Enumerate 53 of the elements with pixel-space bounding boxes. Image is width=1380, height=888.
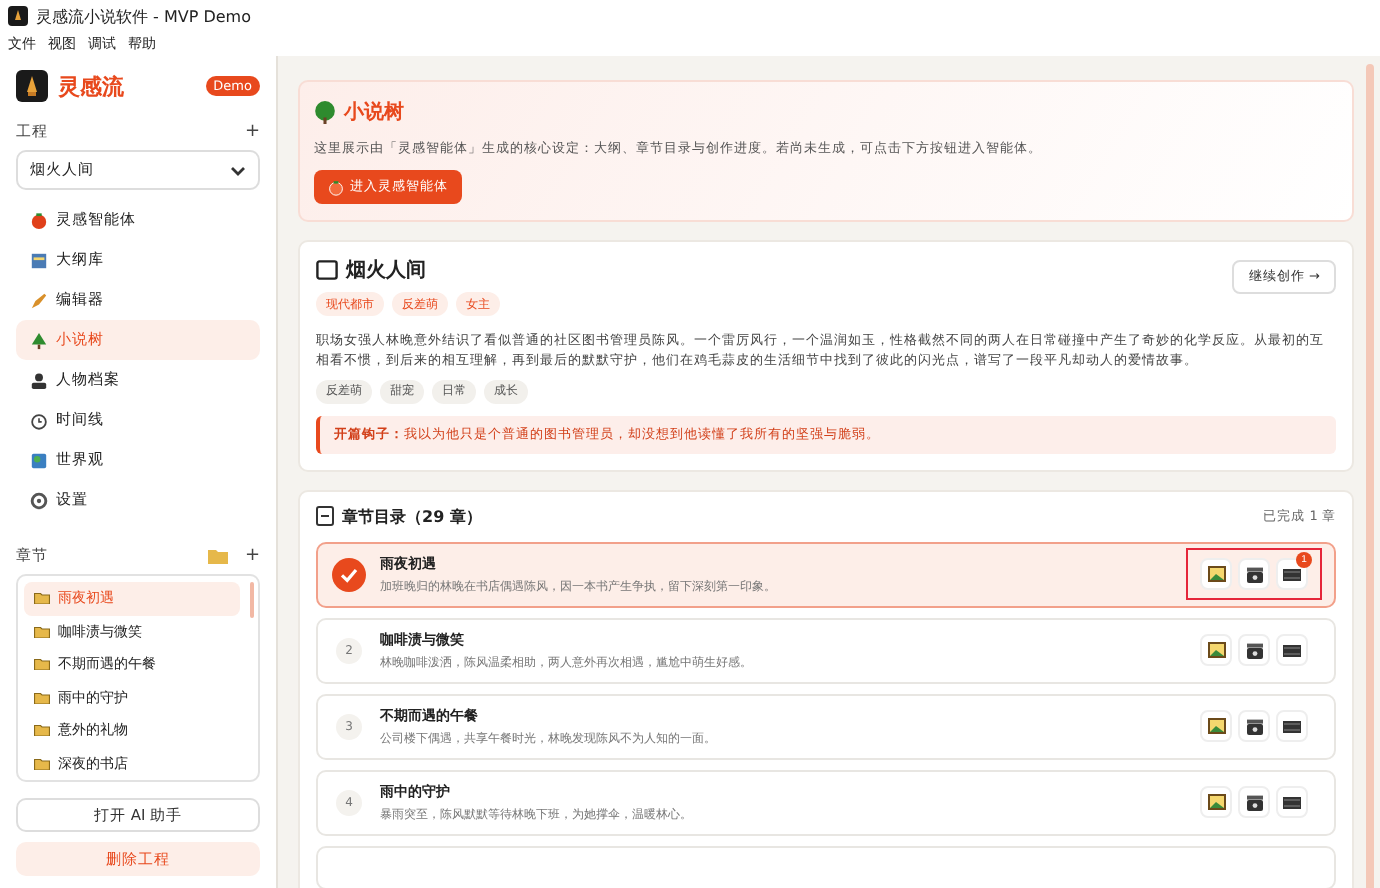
app-icon (8, 6, 28, 26)
image-icon (1207, 794, 1225, 810)
app-name: 灵感流 (58, 71, 126, 101)
scene-button[interactable] (1238, 786, 1270, 818)
scrollbar[interactable] (250, 582, 254, 618)
clapperboard-icon (1245, 565, 1263, 583)
list-icon (316, 506, 334, 526)
scrollbar[interactable] (1366, 64, 1374, 888)
film-icon (1282, 719, 1302, 733)
film-button[interactable] (1276, 710, 1308, 742)
book-icon (316, 260, 338, 280)
image-button[interactable] (1200, 558, 1232, 590)
window-title: 灵感流小说软件 - MVP Demo (36, 5, 251, 27)
tree-icon (30, 331, 48, 349)
add-project-button[interactable]: + (244, 122, 260, 142)
pen-icon (30, 291, 48, 309)
image-icon (1207, 642, 1225, 658)
image-button[interactable] (1200, 786, 1232, 818)
gear-icon (30, 491, 48, 509)
tree-icon (314, 100, 336, 124)
image-button[interactable] (1200, 710, 1232, 742)
image-button[interactable] (1200, 634, 1232, 666)
tomato-icon (328, 179, 344, 195)
film-icon (1282, 795, 1302, 809)
chevron-icon (230, 165, 246, 175)
clock-icon (30, 411, 48, 429)
book-icon (30, 251, 48, 269)
folder-icon (34, 592, 50, 605)
globe-icon (30, 451, 48, 469)
film-button[interactable] (1276, 786, 1308, 818)
folder-icon (34, 658, 50, 671)
film-icon (1282, 643, 1302, 657)
person-icon (30, 371, 48, 389)
clapperboard-icon (1245, 641, 1263, 659)
film-icon (1282, 567, 1302, 581)
logo-icon (16, 70, 48, 102)
tomato-icon (30, 211, 48, 229)
folder-icon (34, 625, 50, 638)
clapperboard-icon (1245, 793, 1263, 811)
novel-title: 烟火人间 (346, 257, 426, 284)
folder-icon (34, 691, 50, 704)
film-button[interactable] (1276, 634, 1308, 666)
image-icon (1207, 566, 1225, 582)
scene-button[interactable] (1238, 710, 1270, 742)
folder-icon (34, 757, 50, 770)
folder-icon (34, 724, 50, 737)
catalog-title: 章节目录（29 章） (342, 505, 482, 527)
add-chapter-button[interactable]: + (244, 546, 260, 566)
page-title: 小说树 (344, 99, 404, 126)
image-icon (1207, 718, 1225, 734)
scene-button[interactable] (1238, 558, 1270, 590)
scene-button[interactable] (1238, 634, 1270, 666)
clapperboard-icon (1245, 717, 1263, 735)
